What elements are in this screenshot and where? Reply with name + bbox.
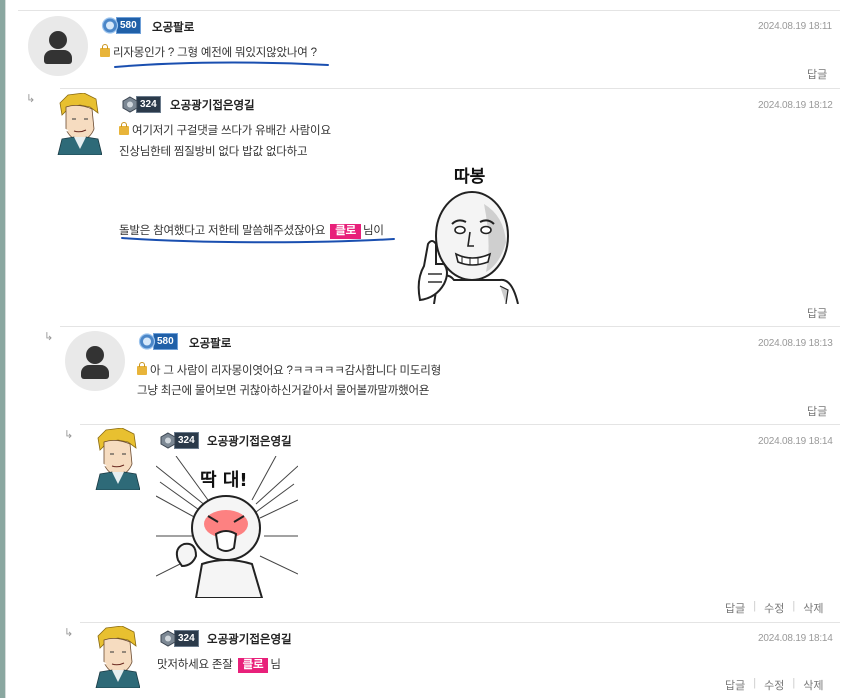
reply-arrow-icon: ↳ xyxy=(26,92,36,105)
comment-divider xyxy=(80,622,840,623)
comment-line-with-tag: 돌발은 참여했다고 저한테 말씀해주셨잖아요 클로 님이 xyxy=(119,222,384,239)
comment-line-with-tag: 맛저하세요 존잘 클로 님 xyxy=(157,656,281,673)
mention-tag[interactable]: 클로 xyxy=(237,658,269,673)
thumbs-up-sticker: 따봉 xyxy=(417,167,519,304)
comment-divider xyxy=(18,10,840,11)
level-number: 324 xyxy=(174,630,199,647)
comment-line: 그냥 최근에 물어보면 귀찮아하신거같아서 물어볼까말까했어욘 xyxy=(137,385,430,397)
level-badge-icon xyxy=(159,630,177,647)
reply-arrow-icon: ↳ xyxy=(44,330,54,343)
comment-date: 2024.08.19 18:14 xyxy=(758,436,833,447)
comment-line-text: 돌발은 참여했다고 저한테 말씀해주셨잖아요 xyxy=(119,225,326,237)
level-badge-icon xyxy=(138,333,156,350)
comment-line: 여기저기 구걸댓글 쓰다가 유배간 사람이요 xyxy=(132,125,331,137)
mention-tag[interactable]: 클로 xyxy=(330,224,361,239)
comment-nickname[interactable]: 오공팔로 xyxy=(189,335,231,351)
comment-actions: 답글 | 수정 | 삭제 xyxy=(725,677,823,693)
character-avatar-icon[interactable] xyxy=(54,93,102,155)
action-separator: | xyxy=(792,677,796,689)
level-badge: 324 xyxy=(159,432,199,449)
sticker-caption: 딱 대! xyxy=(200,470,248,491)
user-avatar-icon[interactable] xyxy=(28,16,88,76)
comment-date: 2024.08.19 18:12 xyxy=(758,100,833,111)
character-avatar-icon[interactable] xyxy=(92,626,140,688)
level-badge: 324 xyxy=(159,630,199,647)
edit-button[interactable]: 수정 xyxy=(764,677,784,693)
comment-line-text: 님 xyxy=(270,659,281,671)
comment-line: 진상님한테 찜질방비 없다 밥값 없다하고 xyxy=(119,146,308,158)
angry-face-sticker: 딱 대! xyxy=(156,456,298,598)
comment-divider xyxy=(80,424,840,425)
action-separator: | xyxy=(753,600,757,612)
action-separator: | xyxy=(792,600,796,612)
comment-text: 리자몽인가 ? 그형 예전에 뭐있지않았나여 ? xyxy=(100,44,317,60)
sticker-caption: 따봉 xyxy=(454,167,486,187)
reply-button[interactable]: 답글 xyxy=(725,677,745,693)
comment-text: 아 그 사람이 리자몽이엿어요 ?ㅋㅋㅋㅋㅋ감사합니다 미도리형 xyxy=(137,362,441,378)
comment-nickname[interactable]: 오공광기접은영길 xyxy=(207,433,292,449)
comment-actions: 답글 xyxy=(807,305,827,321)
lock-icon xyxy=(100,44,110,57)
comment-line-text: 님이 xyxy=(362,225,384,237)
level-badge-icon xyxy=(159,432,177,449)
reply-arrow-icon: ↳ xyxy=(64,428,74,441)
character-avatar-icon[interactable] xyxy=(92,428,140,490)
action-separator: | xyxy=(753,677,757,689)
reply-button[interactable]: 답글 xyxy=(807,403,827,419)
delete-button[interactable]: 삭제 xyxy=(803,677,823,693)
level-number: 580 xyxy=(153,333,178,350)
level-badge-icon xyxy=(101,17,119,34)
level-badge: 580 xyxy=(101,17,141,34)
comment-date: 2024.08.19 18:11 xyxy=(758,21,832,32)
comment-divider xyxy=(60,88,840,89)
comment-line: 아 그 사람이 리자몽이엿어요 ?ㅋㅋㅋㅋㅋ감사합니다 미도리형 xyxy=(150,365,442,377)
level-number: 324 xyxy=(136,96,161,113)
comment-actions: 답글 | 수정 | 삭제 xyxy=(725,600,823,616)
level-badge: 324 xyxy=(121,96,161,113)
user-avatar-icon[interactable] xyxy=(65,331,125,391)
comment-line: 리자몽인가 ? 그형 예전에 뭐있지않았나여 ? xyxy=(113,47,317,59)
comment-actions: 답글 xyxy=(807,403,827,419)
lock-icon xyxy=(119,122,129,135)
comment-divider xyxy=(60,326,840,327)
comment-line-text: 맛저하세요 존잘 xyxy=(157,659,233,671)
level-badge-icon xyxy=(121,96,139,113)
window-left-edge-shadow xyxy=(5,0,6,698)
comment-nickname[interactable]: 오공광기접은영길 xyxy=(170,97,255,113)
reply-button[interactable]: 답글 xyxy=(807,305,827,321)
level-number: 324 xyxy=(174,432,199,449)
comment-nickname[interactable]: 오공광기접은영길 xyxy=(207,631,292,647)
comment-date: 2024.08.19 18:14 xyxy=(758,633,833,644)
comment-actions: 답글 xyxy=(807,66,827,82)
hand-drawn-underline xyxy=(114,61,329,68)
reply-button[interactable]: 답글 xyxy=(725,600,745,616)
comment-text: 여기저기 구걸댓글 쓰다가 유배간 사람이요 xyxy=(119,122,331,138)
lock-icon xyxy=(137,362,147,375)
comment-nickname[interactable]: 오공팔로 xyxy=(152,19,194,35)
level-badge: 580 xyxy=(138,333,178,350)
reply-button[interactable]: 답글 xyxy=(807,66,827,82)
comment-date: 2024.08.19 18:13 xyxy=(758,338,833,349)
edit-button[interactable]: 수정 xyxy=(764,600,784,616)
level-number: 580 xyxy=(116,17,141,34)
reply-arrow-icon: ↳ xyxy=(64,626,74,639)
delete-button[interactable]: 삭제 xyxy=(803,600,823,616)
